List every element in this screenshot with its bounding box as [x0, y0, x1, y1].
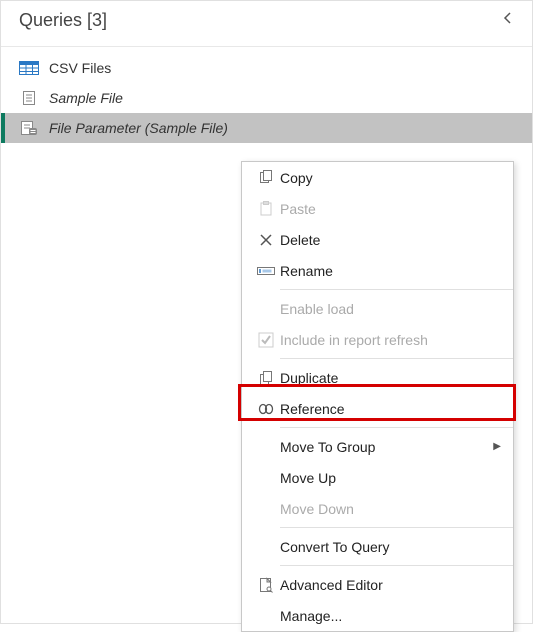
panel-header: Queries [3] — [1, 1, 532, 47]
ctx-include-refresh: Include in report refresh — [242, 324, 513, 355]
chevron-left-icon — [502, 11, 514, 25]
ctx-label: Include in report refresh — [280, 332, 513, 348]
ctx-move-up[interactable]: Move Up — [242, 462, 513, 493]
file-icon — [19, 90, 39, 106]
ctx-label: Move Up — [280, 470, 513, 486]
context-menu: Copy Paste Delete Rename Enable load — [241, 161, 514, 632]
ctx-advanced-editor[interactable]: Advanced Editor — [242, 569, 513, 600]
ctx-label: Reference — [280, 401, 513, 417]
submenu-arrow-icon: ▶ — [493, 441, 501, 452]
ctx-paste: Paste — [242, 193, 513, 224]
ctx-delete[interactable]: Delete — [242, 224, 513, 255]
query-item-file-parameter[interactable]: File Parameter (Sample File) — [1, 113, 532, 143]
paste-icon — [252, 201, 280, 217]
ctx-label: Move Down — [280, 501, 513, 517]
table-icon — [19, 60, 39, 76]
ctx-separator — [280, 289, 513, 290]
copy-icon — [252, 170, 280, 186]
query-list: CSV Files Sample File File Parameter (Sa… — [1, 47, 532, 143]
query-label: Sample File — [49, 90, 123, 106]
ctx-enable-load: Enable load — [242, 293, 513, 324]
ctx-move-down: Move Down — [242, 493, 513, 524]
query-label: CSV Files — [49, 60, 111, 76]
ctx-label: Copy — [280, 170, 513, 186]
rename-icon — [252, 265, 280, 277]
ctx-manage[interactable]: Manage... — [242, 600, 513, 631]
check-icon — [252, 332, 280, 348]
delete-icon — [252, 233, 280, 247]
ctx-label: Duplicate — [280, 370, 513, 386]
ctx-separator — [280, 358, 513, 359]
collapse-panel-button[interactable] — [498, 9, 518, 32]
ctx-reference[interactable]: Reference — [242, 393, 513, 424]
query-item-sample-file[interactable]: Sample File — [1, 83, 532, 113]
ctx-separator — [280, 565, 513, 566]
queries-panel: Queries [3] CSV Files Sample File File P… — [0, 0, 533, 624]
ctx-convert-to-query[interactable]: Convert To Query — [242, 531, 513, 562]
ctx-rename[interactable]: Rename — [242, 255, 513, 286]
ctx-label: Move To Group — [280, 439, 513, 455]
reference-icon — [252, 402, 280, 416]
parameter-icon — [19, 120, 39, 136]
ctx-label: Paste — [280, 201, 513, 217]
query-label: File Parameter (Sample File) — [49, 120, 228, 136]
ctx-separator — [280, 427, 513, 428]
panel-title: Queries [3] — [19, 10, 107, 31]
ctx-label: Convert To Query — [280, 539, 513, 555]
ctx-move-to-group[interactable]: Move To Group ▶ — [242, 431, 513, 462]
ctx-label: Enable load — [280, 301, 513, 317]
editor-icon — [252, 577, 280, 593]
query-item-csv-files[interactable]: CSV Files — [1, 53, 532, 83]
ctx-label: Delete — [280, 232, 513, 248]
ctx-label: Advanced Editor — [280, 577, 513, 593]
ctx-separator — [280, 527, 513, 528]
ctx-label: Rename — [280, 263, 513, 279]
ctx-label: Manage... — [280, 608, 513, 624]
ctx-duplicate[interactable]: Duplicate — [242, 362, 513, 393]
duplicate-icon — [252, 370, 280, 386]
ctx-copy[interactable]: Copy — [242, 162, 513, 193]
